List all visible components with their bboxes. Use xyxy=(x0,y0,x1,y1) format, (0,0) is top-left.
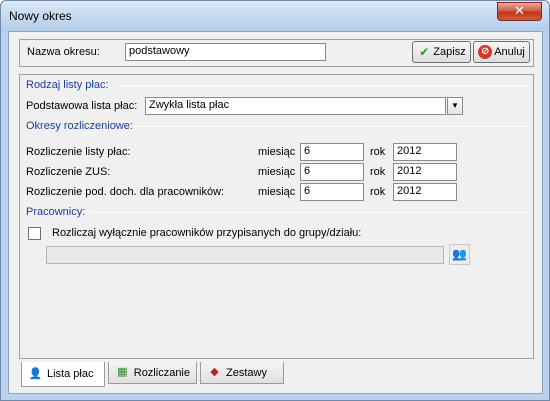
tab-lista-plac[interactable]: 👤 Lista płac xyxy=(21,362,105,387)
month-label: miesiąc xyxy=(258,166,296,178)
year-label: rok xyxy=(370,186,386,198)
section-divider xyxy=(134,126,528,127)
tab-label: Lista płac xyxy=(47,368,94,380)
chevron-down-icon[interactable]: ▼ xyxy=(447,97,463,115)
window-title: Nowy okres xyxy=(9,9,72,23)
year-label: rok xyxy=(370,146,386,158)
group-only-label: Rozliczaj wyłącznie pracowników przypisa… xyxy=(52,227,362,239)
tab-rozliczanie[interactable]: ▦ Rozliczanie xyxy=(108,362,197,384)
cancel-button[interactable]: ⊘ Anuluj xyxy=(473,41,530,63)
month-label: miesiąc xyxy=(258,186,296,198)
period-name-input[interactable]: podstawowy xyxy=(125,43,326,61)
save-button-label: Zapisz xyxy=(433,46,466,58)
cancel-button-label: Anuluj xyxy=(494,46,525,58)
tab-label: Rozliczanie xyxy=(133,366,190,379)
checkmark-icon: ✔ xyxy=(419,45,430,59)
shapes-icon: ◆ xyxy=(210,366,219,378)
dialog-window: Nowy okres ✕ Nazwa okresu: podstawowy ✔ … xyxy=(0,0,550,401)
payroll-type-section-label: Rodzaj listy płac: xyxy=(26,79,109,91)
save-button[interactable]: ✔ Zapisz xyxy=(412,41,471,63)
tab-label: Zestawy xyxy=(226,366,267,379)
close-button[interactable]: ✕ xyxy=(497,2,542,21)
spreadsheet-icon: ▦ xyxy=(117,366,128,378)
payroll-month-input[interactable]: 6 xyxy=(300,143,364,161)
section-divider xyxy=(90,212,528,213)
tax-settlement-label: Rozliczenie pod. doch. dla pracowników: xyxy=(26,186,225,198)
period-name-label: Nazwa okresu: xyxy=(27,46,100,58)
person-icon: 👤 xyxy=(28,367,43,380)
dialog-body: Nazwa okresu: podstawowy ✔ Zapisz ⊘ Anul… xyxy=(8,31,543,394)
section-divider xyxy=(118,85,528,86)
settlement-periods-section-label: Okresy rozliczeniowe: xyxy=(26,120,133,132)
tab-zestawy[interactable]: ◆ Zestawy xyxy=(200,362,284,384)
group-select[interactable] xyxy=(46,246,444,264)
cancel-icon: ⊘ xyxy=(478,45,493,59)
payroll-year-input[interactable]: 2012 xyxy=(393,143,457,161)
tax-month-input[interactable]: 6 xyxy=(300,183,364,201)
zus-month-input[interactable]: 6 xyxy=(300,163,364,181)
month-label: miesiąc xyxy=(258,146,296,158)
settings-panel: Rodzaj listy płac: Podstawowa lista płac… xyxy=(19,74,534,359)
payroll-settlement-label: Rozliczenie listy płac: xyxy=(26,146,131,158)
employees-section-label: Pracownicy: xyxy=(26,206,86,218)
title-bar[interactable]: Nowy okres ✕ xyxy=(1,1,549,31)
zus-year-input[interactable]: 2012 xyxy=(393,163,457,181)
base-list-select[interactable]: Zwykła lista płac xyxy=(145,97,446,115)
base-list-label: Podstawowa lista płac: xyxy=(26,100,138,112)
zus-settlement-label: Rozliczenie ZUS: xyxy=(26,166,111,178)
group-picker-icon[interactable]: 👥 xyxy=(449,244,470,265)
group-only-checkbox[interactable] xyxy=(28,227,41,240)
year-label: rok xyxy=(370,166,386,178)
tax-year-input[interactable]: 2012 xyxy=(393,183,457,201)
period-name-panel: Nazwa okresu: podstawowy ✔ Zapisz ⊘ Anul… xyxy=(19,39,534,67)
